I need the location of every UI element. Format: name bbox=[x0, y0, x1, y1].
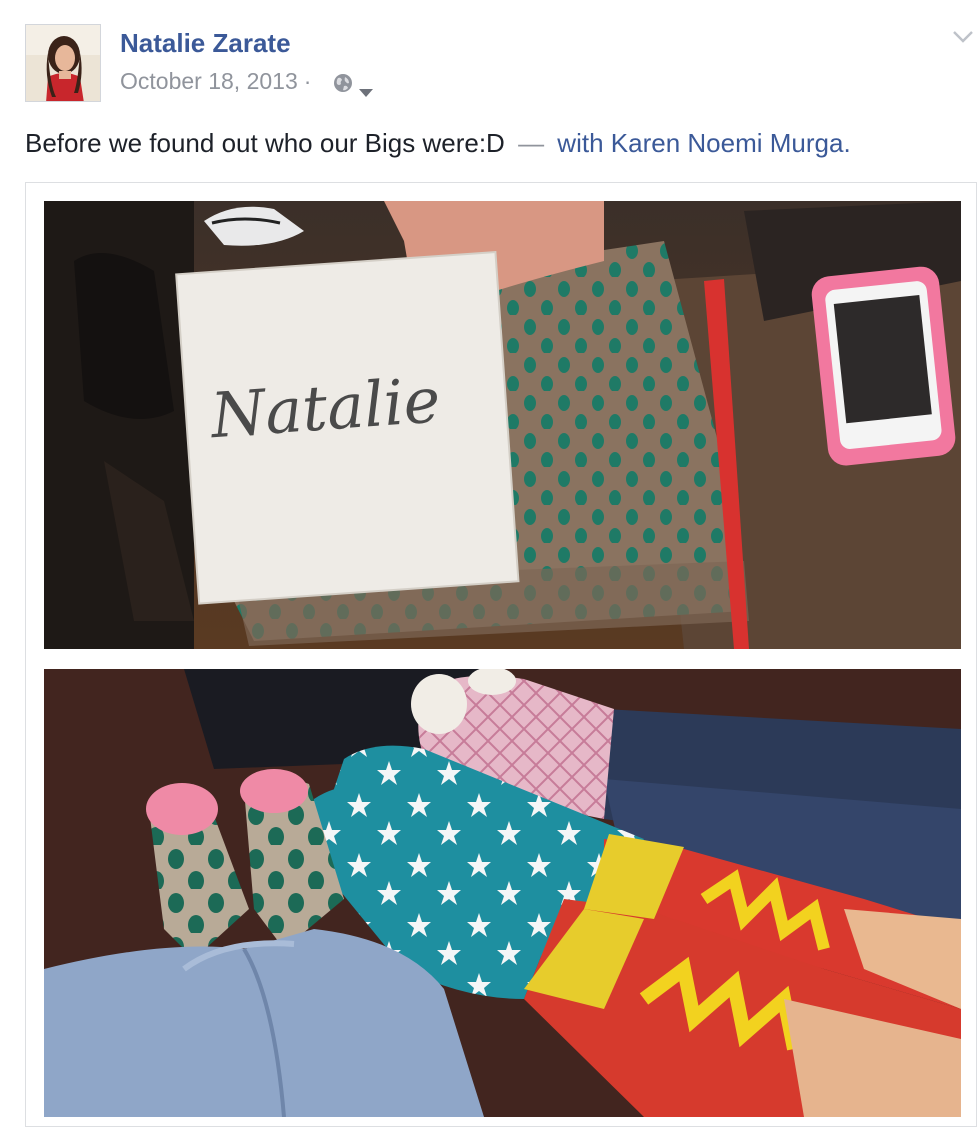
status-dash: — bbox=[518, 128, 545, 158]
post-meta: October 18, 2013 · bbox=[120, 68, 374, 97]
meta-separator: · bbox=[303, 68, 312, 94]
avatar-photo bbox=[26, 25, 100, 101]
post-card: Natalie Zarate October 18, 2013 · Before… bbox=[0, 0, 980, 1127]
status-period: . bbox=[843, 128, 851, 158]
post-date-link[interactable]: October 18, 2013 bbox=[120, 68, 298, 95]
globe-icon[interactable] bbox=[333, 72, 353, 92]
status-message: Before we found out who our Bigs were:D bbox=[25, 128, 505, 158]
photo-note-socks[interactable]: Natalie bbox=[44, 201, 961, 649]
photo-socks-feet[interactable] bbox=[44, 669, 961, 1117]
with-label: with bbox=[557, 128, 604, 158]
caret-down-icon[interactable] bbox=[359, 77, 374, 97]
tagged-friend-link[interactable]: Karen Noemi Murga bbox=[611, 128, 844, 158]
post-status-text: Before we found out who our Bigs were:D … bbox=[25, 128, 851, 159]
author-name-link[interactable]: Natalie Zarate bbox=[120, 28, 291, 59]
chevron-down-icon[interactable] bbox=[952, 30, 974, 44]
avatar[interactable] bbox=[25, 24, 101, 102]
photo-album: Natalie bbox=[25, 182, 977, 1127]
